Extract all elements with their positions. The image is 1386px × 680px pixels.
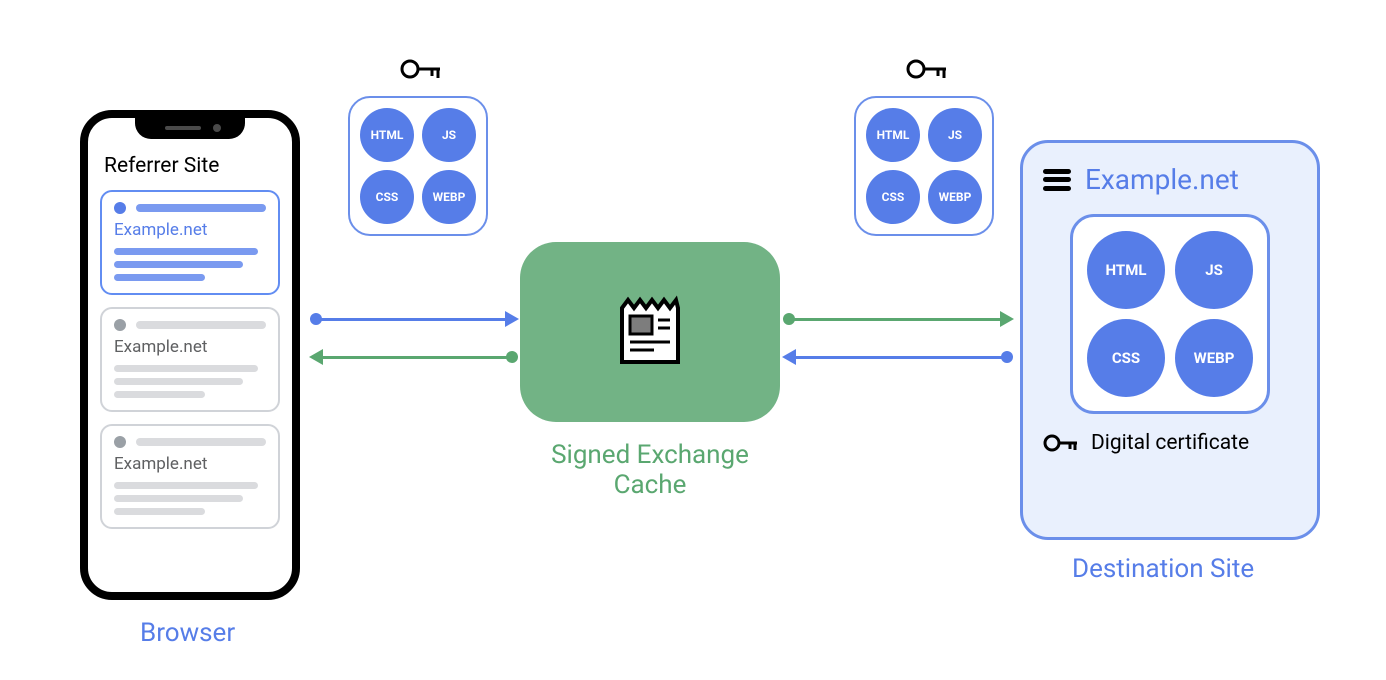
arrow-response [788, 356, 1008, 359]
placeholder-line [114, 248, 258, 255]
arrow-response [315, 356, 513, 359]
resource-chip: CSS [866, 170, 920, 224]
placeholder-line [114, 391, 205, 398]
cache-label: Signed Exchange Cache [540, 440, 760, 500]
arrow-request [315, 318, 513, 321]
resource-chip: HTML [866, 108, 920, 162]
placeholder-line [114, 378, 243, 385]
result-card-heading-placeholder [136, 204, 266, 212]
phone-mockup: Referrer Site Example.net Example.net [80, 110, 300, 600]
result-card-domain: Example.net [114, 337, 266, 357]
referrer-site-title: Referrer Site [104, 154, 219, 178]
destination-title: Example.net [1085, 163, 1239, 196]
key-icon [1043, 430, 1081, 456]
resource-chip: WEBP [928, 170, 982, 224]
placeholder-line [114, 482, 258, 489]
placeholder-line [114, 261, 243, 268]
placeholder-line [114, 365, 258, 372]
key-icon [906, 54, 950, 84]
sxg-cache-box [520, 242, 780, 422]
resource-chip: CSS [1087, 319, 1165, 397]
arrow-request [788, 318, 1008, 321]
result-card-heading-placeholder [136, 438, 266, 446]
digital-certificate-label: Digital certificate [1091, 431, 1249, 455]
resource-chip: WEBP [1175, 319, 1253, 397]
result-card: Example.net [100, 424, 280, 529]
result-card-dot-icon [114, 319, 126, 331]
result-card-dot-icon [114, 436, 126, 448]
destination-label: Destination Site [1072, 554, 1254, 584]
resource-chip: HTML [1087, 231, 1165, 309]
signed-bundle: HTML JS CSS WEBP [348, 96, 488, 236]
resource-chip: JS [928, 108, 982, 162]
newspaper-icon [610, 292, 690, 372]
destination-resources: HTML JS CSS WEBP [1070, 214, 1270, 414]
result-card-dot-icon [114, 202, 126, 214]
result-card-heading-placeholder [136, 321, 266, 329]
resource-chip: JS [1175, 231, 1253, 309]
resource-chip: WEBP [422, 170, 476, 224]
placeholder-line [114, 495, 243, 502]
result-card-domain: Example.net [114, 454, 266, 474]
destination-panel: Example.net HTML JS CSS WEBP Digital cer… [1020, 140, 1320, 540]
hamburger-icon [1043, 169, 1071, 191]
key-icon [400, 54, 444, 84]
result-card: Example.net [100, 190, 280, 295]
placeholder-line [114, 274, 205, 281]
resource-chip: HTML [360, 108, 414, 162]
resource-chip: JS [422, 108, 476, 162]
search-results-list: Example.net Example.net Example.net [100, 190, 280, 529]
resource-chip: CSS [360, 170, 414, 224]
result-card: Example.net [100, 307, 280, 412]
signed-bundle: HTML JS CSS WEBP [854, 96, 994, 236]
placeholder-line [114, 508, 205, 515]
result-card-domain: Example.net [114, 220, 266, 240]
browser-label: Browser [140, 618, 235, 648]
phone-notch [135, 117, 245, 139]
